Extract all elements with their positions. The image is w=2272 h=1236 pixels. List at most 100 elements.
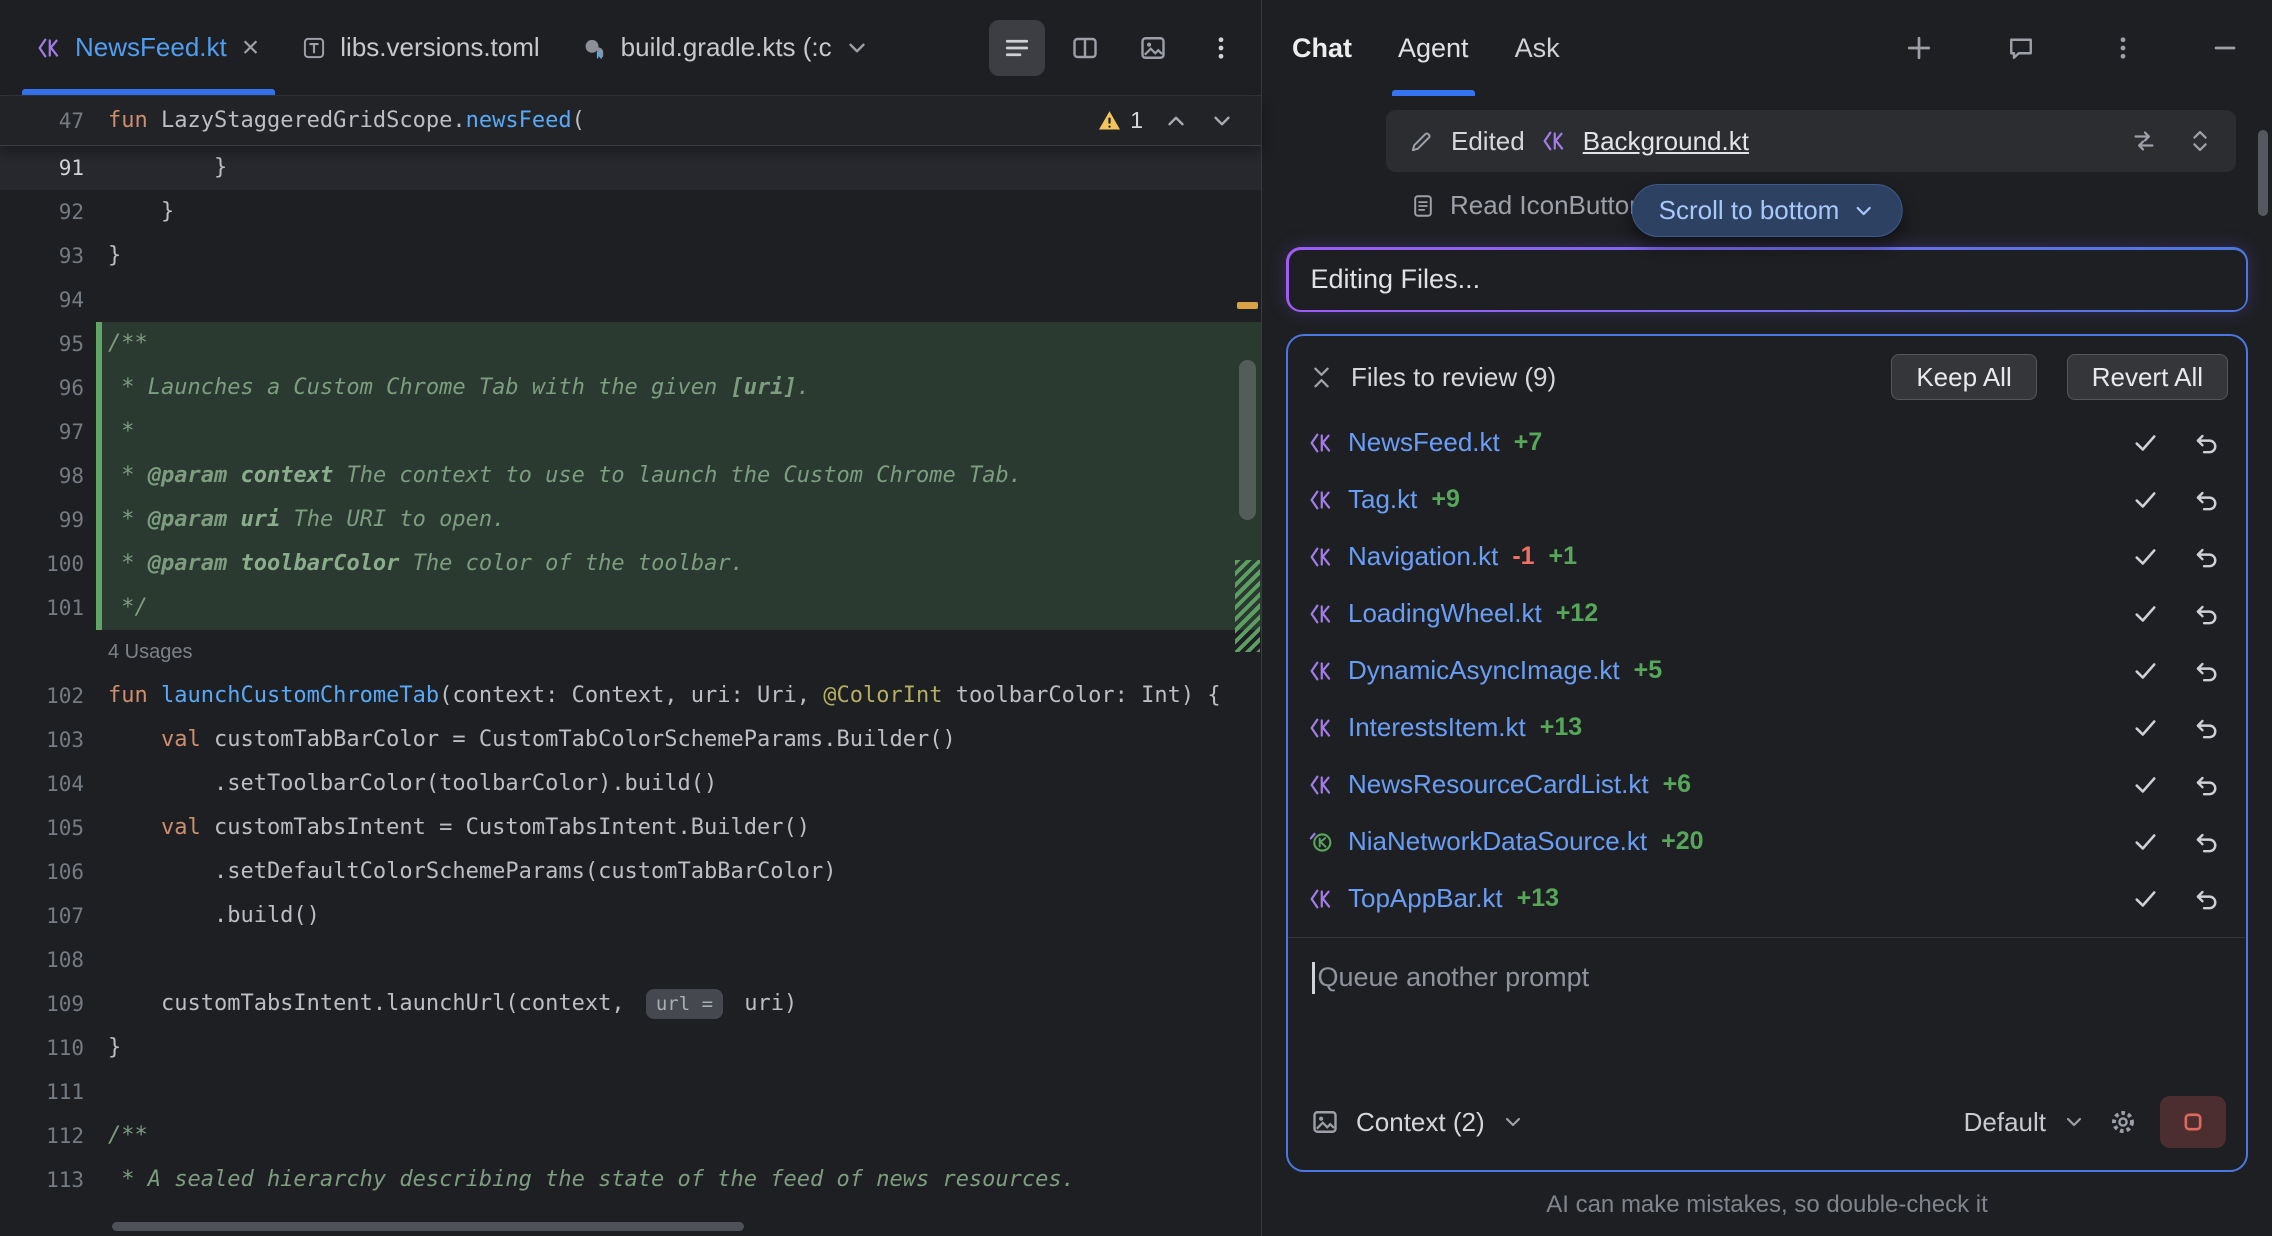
warning-badge[interactable]: 1	[1097, 107, 1143, 134]
settings-gear-icon[interactable]	[2108, 1107, 2138, 1137]
file-review-row[interactable]: Tag.kt+9	[1308, 471, 2230, 528]
code-line[interactable]: 93}	[0, 234, 1261, 278]
line-number[interactable]: 103	[0, 718, 96, 762]
file-review-row[interactable]: NewsResourceCardList.kt+6	[1308, 756, 2230, 813]
file-review-row[interactable]: Navigation.kt-1+1	[1308, 528, 2230, 585]
stop-generation-button[interactable]	[2160, 1096, 2226, 1148]
split-editor-icon[interactable]	[1057, 20, 1113, 76]
code-line[interactable]: 97 *	[0, 410, 1261, 454]
accept-file-check-icon[interactable]	[2122, 828, 2169, 855]
code-line[interactable]: 110}	[0, 1026, 1261, 1070]
tab-agent[interactable]: Agent	[1398, 0, 1469, 96]
code-line[interactable]: 96 * Launches a Custom Chrome Tab with t…	[0, 366, 1261, 410]
preview-image-icon[interactable]	[1125, 20, 1181, 76]
code-line[interactable]: 100 * @param toolbarColor The color of t…	[0, 542, 1261, 586]
code-line[interactable]: 111	[0, 1070, 1261, 1114]
editor-options-kebab-icon[interactable]	[1193, 20, 1249, 76]
revert-file-icon[interactable]	[2183, 543, 2230, 570]
revert-file-icon[interactable]	[2183, 600, 2230, 627]
next-problem-chevron-icon[interactable]	[1209, 108, 1235, 134]
code-line[interactable]: 92 }	[0, 190, 1261, 234]
code-line[interactable]: 108	[0, 938, 1261, 982]
line-number[interactable]: 93	[0, 234, 96, 278]
revert-file-icon[interactable]	[2183, 771, 2230, 798]
edited-file-step[interactable]: Edited Background.kt	[1386, 110, 2236, 172]
accept-file-check-icon[interactable]	[2122, 657, 2169, 684]
previous-problem-chevron-icon[interactable]	[1163, 108, 1189, 134]
file-link[interactable]: NiaNetworkDataSource.kt	[1348, 826, 1647, 857]
context-chevron-icon[interactable]	[1501, 1110, 1525, 1134]
line-number[interactable]: 101	[0, 586, 96, 630]
code-line[interactable]: 94	[0, 278, 1261, 322]
code-line[interactable]: 106 .setDefaultColorSchemeParams(customT…	[0, 850, 1261, 894]
file-link[interactable]: TopAppBar.kt	[1348, 883, 1503, 914]
scroll-to-bottom-button[interactable]: Scroll to bottom	[1632, 184, 1903, 237]
line-number[interactable]: 95	[0, 322, 96, 366]
accept-file-check-icon[interactable]	[2122, 771, 2169, 798]
revert-file-icon[interactable]	[2183, 429, 2230, 456]
code-line[interactable]: 112/**	[0, 1114, 1261, 1158]
code-line[interactable]: 95/**	[0, 322, 1261, 366]
file-link[interactable]: DynamicAsyncImage.kt	[1348, 655, 1620, 686]
prompt-textarea[interactable]: Queue another prompt	[1288, 937, 2246, 1090]
code-line[interactable]: 103 val customTabBarColor = CustomTabCol…	[0, 718, 1261, 762]
file-link[interactable]: NewsFeed.kt	[1348, 427, 1500, 458]
line-number[interactable]: 110	[0, 1026, 96, 1070]
tab-newsfeed[interactable]: NewsFeed.kt ×	[16, 0, 281, 95]
model-selector[interactable]: Default	[1964, 1107, 2046, 1138]
line-number[interactable]: 102	[0, 674, 96, 718]
line-number[interactable]: 97	[0, 410, 96, 454]
close-tab-icon[interactable]: ×	[240, 35, 262, 61]
file-review-row[interactable]: NiaNetworkDataSource.kt+20	[1308, 813, 2230, 870]
code-line[interactable]: 102fun launchCustomChromeTab(context: Co…	[0, 674, 1261, 718]
usages-hint[interactable]: 4 Usages	[96, 641, 193, 664]
line-number[interactable]: 111	[0, 1070, 96, 1114]
new-chat-plus-icon[interactable]	[1896, 25, 1942, 71]
tab-build-gradle-kts[interactable]: build.gradle.kts (:c	[560, 0, 852, 95]
code-line[interactable]: 107 .build()	[0, 894, 1261, 938]
file-review-row[interactable]: NewsFeed.kt+7	[1308, 414, 2230, 471]
show-diff-icon[interactable]	[2130, 127, 2158, 155]
file-link[interactable]: InterestsItem.kt	[1348, 712, 1526, 743]
accept-file-check-icon[interactable]	[2122, 885, 2169, 912]
accept-file-check-icon[interactable]	[2122, 486, 2169, 513]
tab-libs-versions-toml[interactable]: libs.versions.toml	[281, 0, 559, 95]
code-line[interactable]: 99 * @param uri The URI to open.	[0, 498, 1261, 542]
line-number[interactable]: 107	[0, 894, 96, 938]
chat-history-icon[interactable]	[1998, 25, 2044, 71]
context-selector[interactable]: Context (2)	[1356, 1107, 1485, 1138]
line-number[interactable]: 96	[0, 366, 96, 410]
revert-file-icon[interactable]	[2183, 657, 2230, 684]
line-number[interactable]: 104	[0, 762, 96, 806]
file-link[interactable]: Navigation.kt	[1348, 541, 1498, 572]
collapse-section-icon[interactable]	[1308, 364, 1335, 391]
file-review-row[interactable]: LoadingWheel.kt+12	[1308, 585, 2230, 642]
line-number[interactable]: 113	[0, 1158, 96, 1202]
line-number[interactable]: 109	[0, 982, 96, 1026]
editor-vertical-scrollbar[interactable]	[1239, 360, 1256, 520]
code-line[interactable]: 91 }	[0, 146, 1261, 190]
revert-file-icon[interactable]	[2183, 714, 2230, 741]
accept-file-check-icon[interactable]	[2122, 543, 2169, 570]
line-number[interactable]: 91	[0, 146, 96, 190]
file-review-row[interactable]: TopAppBar.kt+13	[1308, 870, 2230, 927]
edited-file-link[interactable]: Background.kt	[1583, 126, 1749, 157]
code-line[interactable]: 101 */	[0, 586, 1261, 630]
attach-image-icon[interactable]	[1310, 1107, 1340, 1137]
line-number[interactable]: 108	[0, 938, 96, 982]
hide-panel-icon[interactable]	[2202, 25, 2248, 71]
expand-step-icon[interactable]	[2186, 127, 2214, 155]
revert-file-icon[interactable]	[2183, 828, 2230, 855]
code-line[interactable]: 113 * A sealed hierarchy describing the …	[0, 1158, 1261, 1202]
file-link[interactable]: Tag.kt	[1348, 484, 1417, 515]
revert-all-button[interactable]: Revert All	[2067, 354, 2228, 400]
line-number[interactable]: 98	[0, 454, 96, 498]
accept-file-check-icon[interactable]	[2122, 600, 2169, 627]
usages-inlay-row[interactable]: 4 Usages	[0, 630, 1261, 674]
code-line[interactable]: 105 val customTabsIntent = CustomTabsInt…	[0, 806, 1261, 850]
line-number[interactable]: 100	[0, 542, 96, 586]
line-number[interactable]: 99	[0, 498, 96, 542]
accept-file-check-icon[interactable]	[2122, 714, 2169, 741]
model-chevron-icon[interactable]	[2062, 1110, 2086, 1134]
chat-options-kebab-icon[interactable]	[2100, 25, 2146, 71]
